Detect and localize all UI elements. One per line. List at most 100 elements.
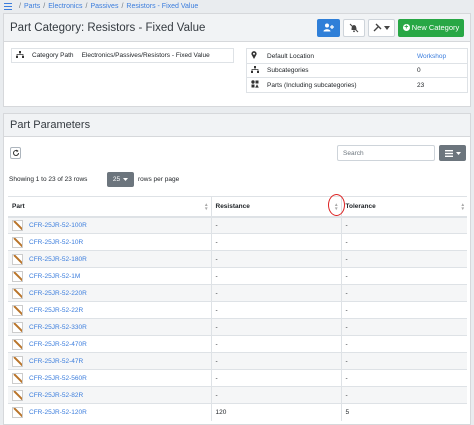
part-link[interactable]: CFR-25JR-52-10R <box>29 239 83 246</box>
tolerance-cell: - <box>340 318 467 336</box>
subscribe-button[interactable] <box>317 18 340 37</box>
column-header-part[interactable]: Part ▴ ▾ <box>8 196 211 218</box>
category-path-label: Category Path <box>32 52 74 59</box>
column-header-tolerance[interactable]: Tolerance ▴ ▾ <box>340 196 467 218</box>
table-row: CFR-25JR-52-100R - - <box>8 216 467 234</box>
category-header-panel: Part Category: Resistors - Fixed Value +… <box>3 13 471 107</box>
rows-per-page-label: rows per page <box>138 176 180 183</box>
tolerance-cell: - <box>340 369 467 387</box>
tolerance-cell: - <box>340 284 467 302</box>
subcategories-value: 0 <box>413 63 467 78</box>
part-thumbnail[interactable] <box>12 321 23 333</box>
refresh-button[interactable] <box>10 147 21 159</box>
map-marker-icon <box>251 51 257 59</box>
part-link[interactable]: CFR-25JR-52-100R <box>29 222 87 229</box>
default-location-label: Default Location <box>267 52 314 60</box>
table-row: CFR-25JR-52-120R 120 5 <box>8 403 467 421</box>
part-link[interactable]: CFR-25JR-52-120R <box>29 409 87 416</box>
part-parameters-panel: Part Parameters Search Showing 1 to 23 o… <box>3 113 471 425</box>
breadcrumb-resistors[interactable]: Resistors - Fixed Value <box>126 3 198 10</box>
plus-circle-icon: + <box>402 24 410 31</box>
page-title: Part Category: Resistors - Fixed Value <box>10 21 206 34</box>
parts-count-label: Parts (Including subcategories) <box>263 77 413 92</box>
rows-per-page-dropdown[interactable]: 25 <box>107 172 134 187</box>
table-row: CFR-25JR-52-82R - - <box>8 386 467 404</box>
part-parameters-title: Part Parameters <box>10 119 91 131</box>
tolerance-cell: - <box>340 301 467 319</box>
part-thumbnail[interactable] <box>12 219 23 231</box>
column-header-resistance[interactable]: Resistance ▴ ▾ <box>210 196 341 218</box>
part-thumbnail[interactable] <box>12 236 23 248</box>
resistance-cell: - <box>210 335 341 353</box>
part-thumbnail[interactable] <box>12 338 23 350</box>
breadcrumb-passives[interactable]: Passives <box>90 3 118 10</box>
unsubscribe-button[interactable] <box>343 18 365 37</box>
part-link[interactable]: CFR-25JR-52-22R <box>29 307 83 314</box>
tolerance-cell: - <box>340 352 467 370</box>
part-thumbnail[interactable] <box>12 270 23 282</box>
part-link[interactable]: CFR-25JR-52-560R <box>29 375 87 382</box>
grid-icon <box>444 149 453 157</box>
chevron-down-icon <box>384 25 390 30</box>
resistance-cell: - <box>210 301 341 319</box>
resistance-cell: - <box>210 284 341 302</box>
part-link[interactable]: CFR-25JR-52-82R <box>29 392 83 399</box>
resistance-cell: - <box>210 318 341 336</box>
tolerance-cell: - <box>340 216 467 234</box>
resistance-cell: - <box>210 250 341 268</box>
table-row: CFR-25JR-52-22R - - <box>8 301 467 319</box>
search-input[interactable]: Search <box>337 145 435 161</box>
part-thumbnail[interactable] <box>12 304 23 316</box>
table-row: CFR-25JR-52-220R - - <box>8 284 467 302</box>
menu-icon[interactable] <box>4 2 12 10</box>
tolerance-cell: - <box>340 250 467 268</box>
table-row: CFR-25JR-52-330R - - <box>8 318 467 336</box>
part-link[interactable]: CFR-25JR-52-180R <box>29 256 87 263</box>
resistance-cell: - <box>210 216 341 234</box>
part-link[interactable]: CFR-25JR-52-1M <box>29 273 80 280</box>
pagination-info: Showing 1 to 23 of 23 rows <box>9 176 88 183</box>
part-thumbnail[interactable] <box>12 389 23 401</box>
table-row: CFR-25JR-52-1M - - <box>8 267 467 285</box>
table-row: CFR-25JR-52-470R - - <box>8 335 467 353</box>
breadcrumb-electronics[interactable]: Electronics <box>48 3 82 10</box>
bell-slash-icon <box>349 23 359 32</box>
annotation-circle <box>328 194 345 216</box>
part-link[interactable]: CFR-25JR-52-470R <box>29 341 87 348</box>
category-actions-dropdown[interactable] <box>368 18 395 37</box>
sitemap-icon <box>251 66 259 73</box>
part-thumbnail[interactable] <box>12 287 23 299</box>
columns-dropdown[interactable] <box>439 145 466 161</box>
tolerance-cell: 5 <box>340 403 467 421</box>
breadcrumb-parts[interactable]: Parts <box>24 3 40 10</box>
default-location-link[interactable]: Workshop <box>417 53 446 60</box>
part-thumbnail[interactable] <box>12 355 23 367</box>
table-row: CFR-25JR-52-10R - - <box>8 233 467 251</box>
resistance-cell: - <box>210 352 341 370</box>
part-thumbnail[interactable] <box>12 253 23 265</box>
new-category-button[interactable]: + New Category <box>398 18 464 37</box>
user-plus-icon <box>323 23 334 32</box>
resistance-cell: - <box>210 386 341 404</box>
sort-icon: ▴ ▾ <box>461 202 464 212</box>
part-thumbnail[interactable] <box>12 406 23 418</box>
resistance-cell: 120 <box>210 403 341 421</box>
tolerance-cell: - <box>340 267 467 285</box>
resistance-cell: - <box>210 369 341 387</box>
category-details-table: Default Location Workshop Subcategories … <box>246 48 468 93</box>
part-thumbnail[interactable] <box>12 372 23 384</box>
chevron-down-icon <box>123 178 129 181</box>
tolerance-cell: - <box>340 335 467 353</box>
subcategories-label: Subcategories <box>263 63 413 78</box>
part-link[interactable]: CFR-25JR-52-47R <box>29 358 83 365</box>
tolerance-cell: - <box>340 233 467 251</box>
part-link[interactable]: CFR-25JR-52-330R <box>29 324 87 331</box>
parameters-table: Part ▴ ▾ Resistance ▴ ▾ Tolerance ▴ ▾ CFR-25JR… <box>8 196 467 421</box>
breadcrumb: / Parts / Electronics / Passives / Resis… <box>0 0 474 12</box>
sort-icon: ▴ ▾ <box>204 202 208 212</box>
resistance-cell: - <box>210 267 341 285</box>
sitemap-icon <box>16 51 24 58</box>
part-link[interactable]: CFR-25JR-52-220R <box>29 290 87 297</box>
category-path-table: Category Path Electronics/Passives/Resis… <box>11 48 234 63</box>
category-path-value: Electronics/Passives/Resistors - Fixed V… <box>81 52 210 59</box>
